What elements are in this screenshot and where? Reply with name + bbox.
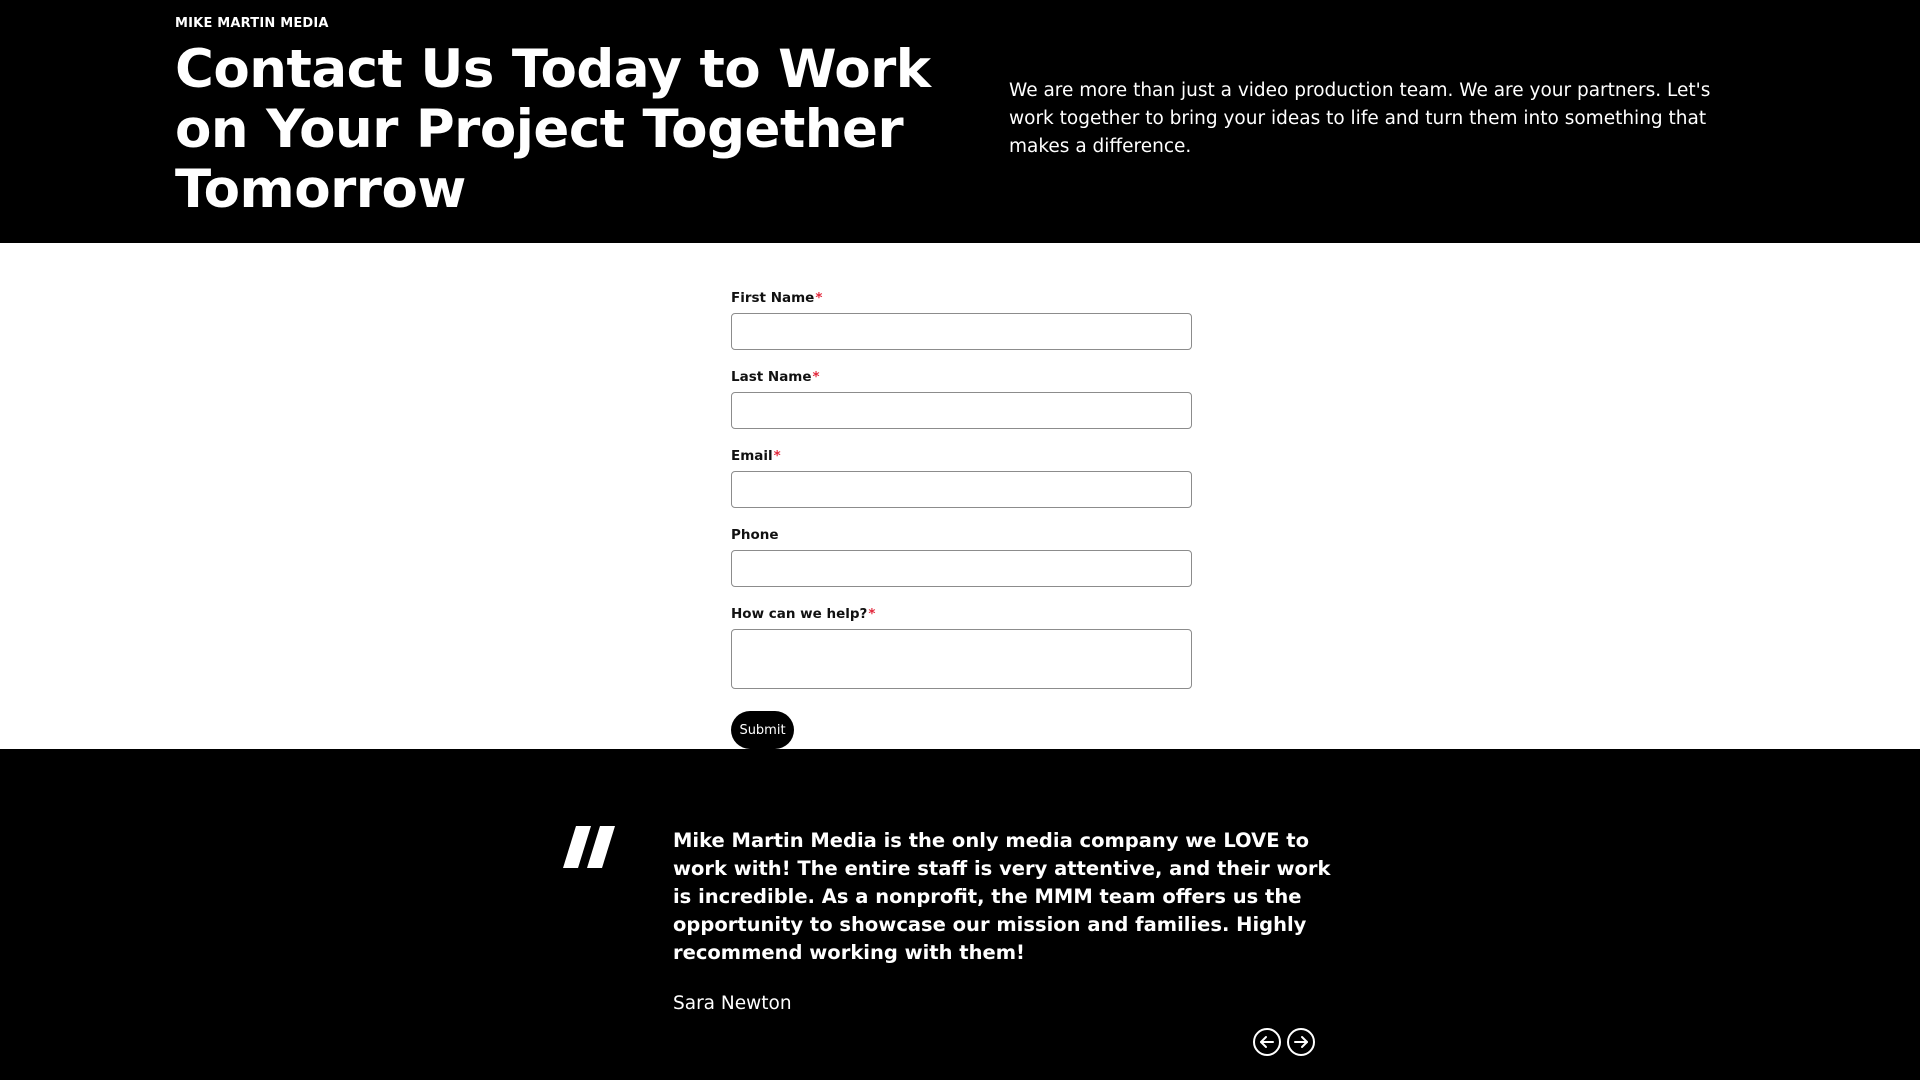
last-name-field[interactable]: [731, 392, 1192, 429]
email-label: Email*: [731, 447, 1193, 465]
quote-mark-icon: [562, 824, 617, 874]
testimonial-quote: Mike Martin Media is the only media comp…: [673, 829, 1331, 964]
last-name-label-text: Last Name: [731, 369, 812, 385]
hero-description: We are more than just a video production…: [1009, 80, 1711, 157]
required-mark: *: [812, 369, 820, 385]
last-name-label: Last Name*: [731, 368, 1193, 386]
arrow-left-circle-icon: [1255, 1030, 1279, 1054]
brand-name[interactable]: MIKE MARTIN MEDIA: [175, 16, 329, 31]
submit-button[interactable]: Submit: [731, 711, 794, 749]
help-message-field[interactable]: [731, 629, 1192, 689]
contact-form-section: First Name* Last Name* Email* Phone How …: [0, 243, 1920, 749]
first-name-label-text: First Name: [731, 290, 815, 306]
testimonial-section: Mike Martin Media is the only media comp…: [0, 749, 1920, 1080]
contact-form: First Name* Last Name* Email* Phone How …: [731, 289, 1193, 749]
email-field[interactable]: [731, 471, 1192, 508]
phone-label-text: Phone: [731, 527, 779, 543]
next-testimonial-button[interactable]: [1287, 1028, 1315, 1056]
previous-testimonial-button[interactable]: [1253, 1028, 1281, 1056]
phone-label: Phone: [731, 526, 1193, 544]
help-label-text: How can we help?: [731, 606, 868, 622]
first-name-field[interactable]: [731, 313, 1192, 350]
first-name-label: First Name*: [731, 289, 1193, 307]
testimonial-author: Sara Newton: [673, 993, 792, 1014]
arrow-right-circle-icon: [1289, 1030, 1313, 1054]
phone-field[interactable]: [731, 550, 1192, 587]
required-mark: *: [773, 448, 781, 464]
required-mark: *: [815, 290, 823, 306]
hero-section: MIKE MARTIN MEDIA Contact Us Today to Wo…: [0, 0, 1920, 243]
page-title: Contact Us Today to Work on Your Project…: [175, 39, 931, 220]
email-label-text: Email: [731, 448, 773, 464]
required-mark: *: [868, 606, 876, 622]
help-label: How can we help?*: [731, 605, 1193, 623]
